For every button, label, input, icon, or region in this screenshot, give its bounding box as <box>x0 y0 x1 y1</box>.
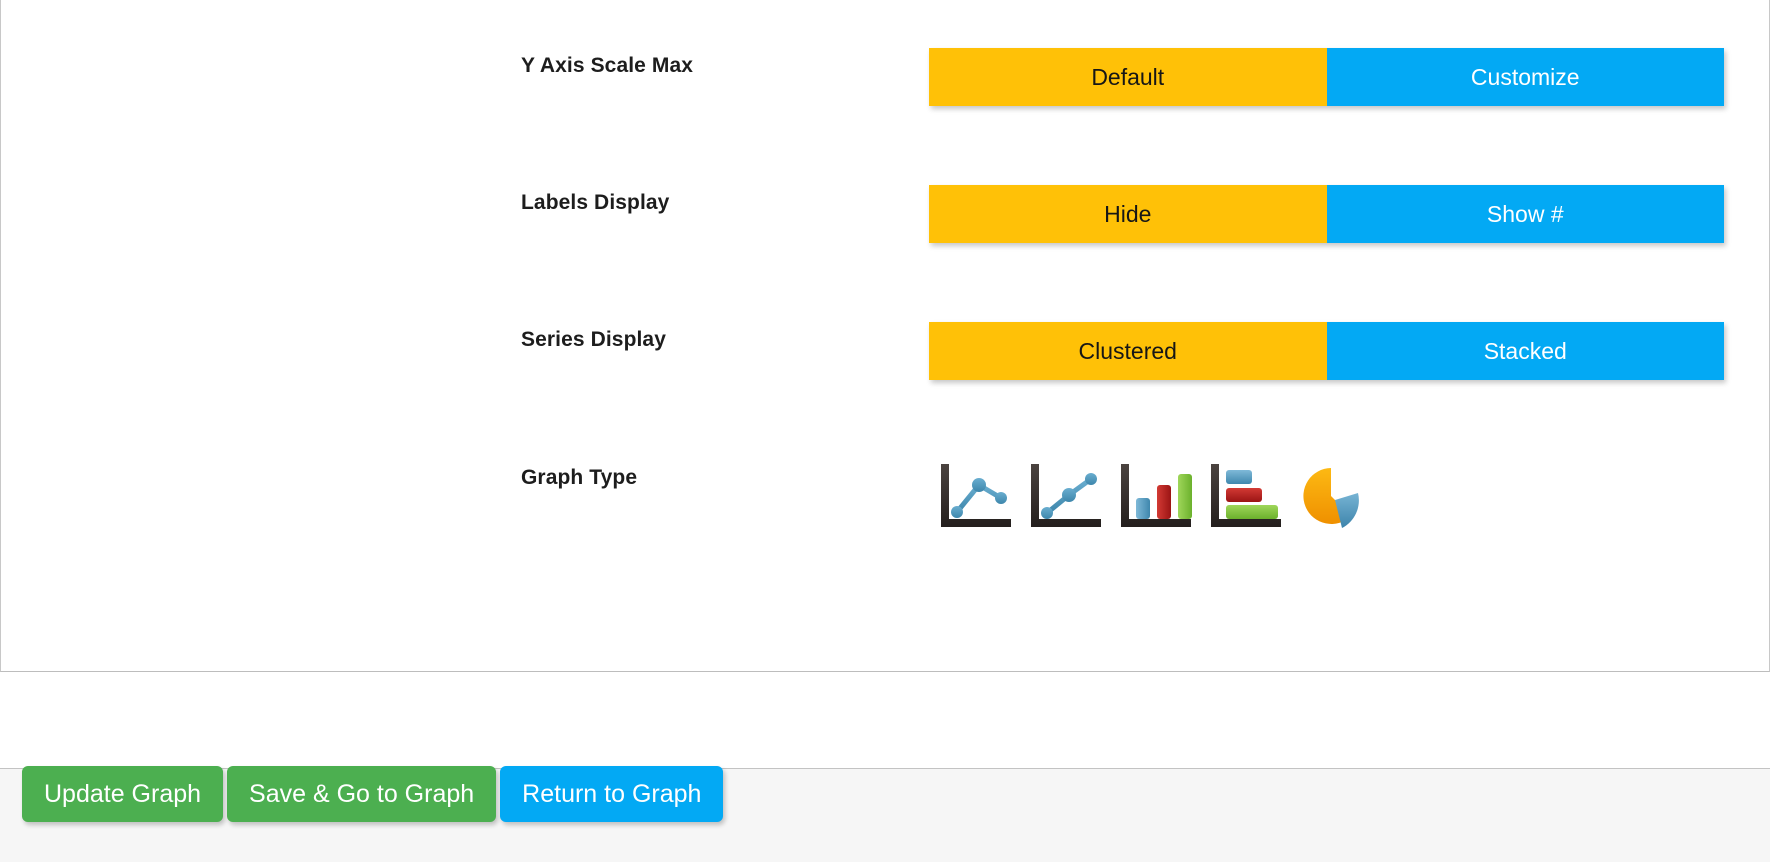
bar-chart-icon[interactable] <box>1199 454 1289 536</box>
toggle-option-show-number[interactable]: Show # <box>1326 185 1724 243</box>
graph-settings-panel: Y Axis Scale Max Default Customize Label… <box>0 0 1770 672</box>
toggle-group-y-axis-scale-max[interactable]: Default Customize <box>929 48 1724 106</box>
toggle-option-stacked[interactable]: Stacked <box>1326 322 1724 380</box>
save-and-go-to-graph-button[interactable]: Save & Go to Graph <box>227 766 497 822</box>
line-chart-ascending-icon[interactable] <box>1019 454 1109 536</box>
return-to-graph-button[interactable]: Return to Graph <box>500 766 724 822</box>
footer: Update Graph Save & Go to Graph Return t… <box>0 672 1770 862</box>
toggle-option-hide[interactable]: Hide <box>929 185 1327 243</box>
setting-label-series-display: Series Display <box>521 328 666 351</box>
setting-row-y-axis-scale-max: Y Axis Scale Max Default Customize <box>1 36 1769 106</box>
graph-type-picker[interactable] <box>929 454 1379 536</box>
setting-row-labels-display: Labels Display Hide Show # <box>1 173 1769 243</box>
line-chart-icon[interactable] <box>929 454 1019 536</box>
setting-row-series-display: Series Display Clustered Stacked <box>1 310 1769 380</box>
pie-chart-icon[interactable] <box>1289 454 1379 536</box>
toggle-option-clustered[interactable]: Clustered <box>929 322 1327 380</box>
setting-label-y-axis-scale-max: Y Axis Scale Max <box>521 54 694 77</box>
setting-row-graph-type: Graph Type <box>1 448 1769 528</box>
toggle-option-customize[interactable]: Customize <box>1326 48 1724 106</box>
toggle-group-series-display[interactable]: Clustered Stacked <box>929 322 1724 380</box>
toggle-group-labels-display[interactable]: Hide Show # <box>929 185 1724 243</box>
update-graph-button[interactable]: Update Graph <box>22 766 224 822</box>
toggle-option-default[interactable]: Default <box>929 48 1327 106</box>
action-button-bar: Update Graph Save & Go to Graph Return t… <box>22 766 724 822</box>
setting-label-graph-type: Graph Type <box>521 466 638 489</box>
setting-label-labels-display: Labels Display <box>521 191 670 214</box>
column-chart-icon[interactable] <box>1109 454 1199 536</box>
